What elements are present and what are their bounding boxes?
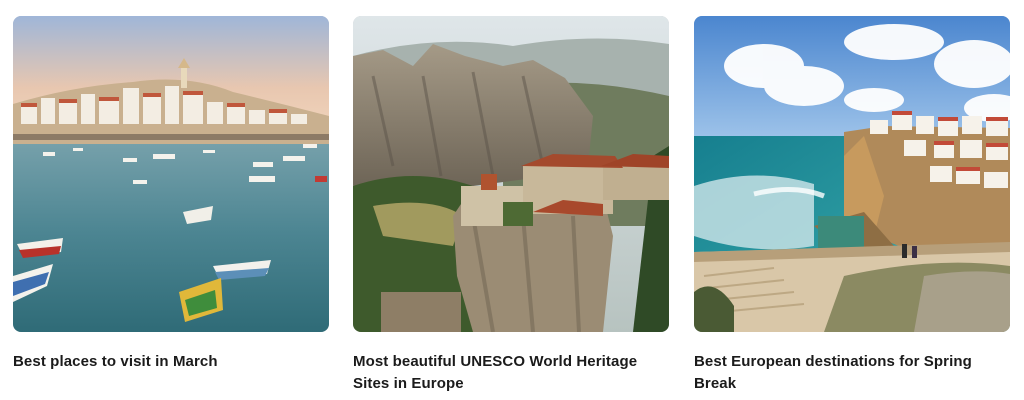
card-title[interactable]: Best places to visit in March: [13, 351, 313, 373]
card-title[interactable]: Most beautiful UNESCO World Heritage Sit…: [353, 351, 653, 395]
article-card-march[interactable]: Best places to visit in March: [13, 16, 329, 373]
article-card-spring-break[interactable]: Best European destinations for Spring Br…: [694, 16, 1010, 395]
article-card-unesco[interactable]: Most beautiful UNESCO World Heritage Sit…: [353, 16, 669, 395]
article-cards-row: Best places to visit in March Most beaut…: [0, 0, 1024, 400]
card-title[interactable]: Best European destinations for Spring Br…: [694, 351, 994, 395]
coastal-cliff-town-image[interactable]: [694, 16, 1010, 332]
cliff-monastery-image[interactable]: [353, 16, 669, 332]
harbor-village-boats-image[interactable]: [13, 16, 329, 332]
